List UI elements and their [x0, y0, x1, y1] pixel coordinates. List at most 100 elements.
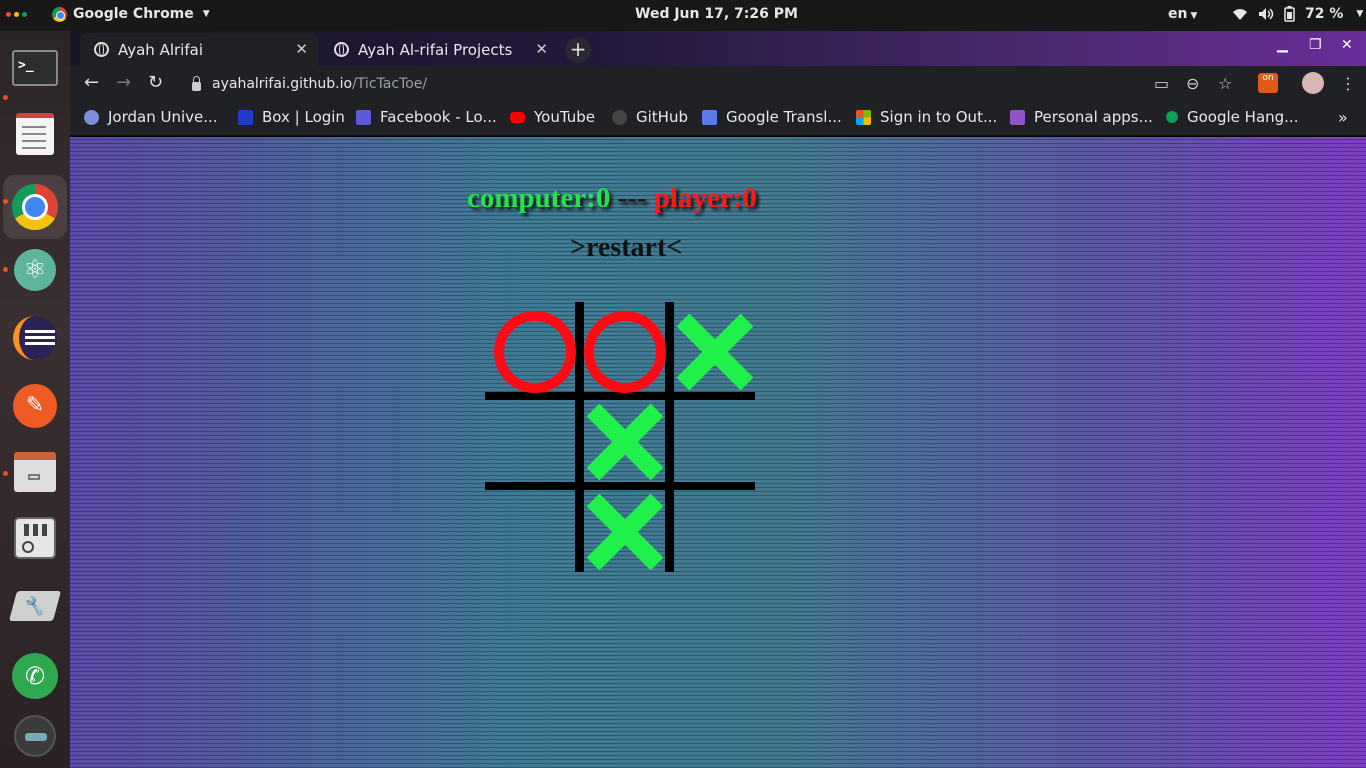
postman-icon[interactable]: ✎ — [10, 381, 60, 431]
bookmark-heroku[interactable]: Personal apps... — [1010, 108, 1153, 126]
profile-avatar-icon[interactable] — [1302, 72, 1324, 94]
activities-dots[interactable] — [6, 12, 27, 17]
minimize-icon[interactable]: ▁ — [1277, 37, 1288, 53]
language-indicator[interactable]: en ▼ — [1168, 6, 1197, 22]
board-cell-7[interactable] — [490, 487, 580, 577]
app-name-label: Google Chrome — [73, 6, 194, 22]
board-cell-3[interactable] — [670, 307, 760, 397]
menu-kebab-icon[interactable]: ⋮ — [1340, 74, 1356, 93]
avatar-icon[interactable] — [10, 711, 60, 761]
tic-tac-toe-board — [485, 302, 755, 572]
extension-icon[interactable]: on — [1258, 73, 1278, 93]
x-mark — [586, 493, 664, 571]
tab-title: Ayah Alrifai — [118, 40, 203, 59]
bookmark-github[interactable]: GitHub — [612, 108, 688, 126]
x-mark — [586, 403, 664, 481]
board-cell-9[interactable] — [670, 487, 760, 577]
chevron-down-icon: ▼ — [1190, 11, 1198, 21]
bookmark-label: Google Transl... — [726, 108, 842, 126]
chevron-down-icon: ▼ — [202, 9, 210, 19]
scoreboard: computer:0 --- player:0 — [467, 182, 757, 215]
launcher-dock: >_ ⚛ ✎ 🔧 ✆ — [0, 31, 70, 768]
github-icon — [612, 109, 627, 125]
x-mark — [676, 313, 754, 391]
board-cell-2[interactable] — [580, 307, 670, 397]
url-path: /TicTacToe/ — [352, 76, 428, 92]
more-bookmarks-icon[interactable]: » — [1338, 108, 1348, 127]
board-cell-5[interactable] — [580, 397, 670, 487]
translate-icon — [702, 109, 717, 125]
bookmark-label: Facebook - Lo... — [380, 108, 497, 126]
atom-icon[interactable]: ⚛ — [10, 245, 60, 295]
language-label: en — [1168, 6, 1188, 22]
board-cell-1[interactable] — [490, 307, 580, 397]
file-cabinet-icon[interactable] — [10, 447, 60, 497]
globe-icon — [334, 42, 349, 57]
eclipse-icon[interactable] — [10, 313, 60, 363]
board-cell-4[interactable] — [490, 397, 580, 487]
globe-icon — [94, 42, 109, 57]
bookmark-outlook[interactable]: Sign in to Out... — [856, 108, 997, 126]
back-icon[interactable]: ← — [84, 72, 99, 93]
lock-icon[interactable] — [192, 75, 201, 91]
bookmark-label: Sign in to Out... — [880, 108, 998, 126]
tab-ayah-alrifai[interactable]: Ayah Alrifai ✕ — [80, 33, 318, 66]
address-bar[interactable]: ayahalrifai.github.io /TicTacToe/ — [178, 70, 1178, 98]
battery-icon — [1284, 6, 1295, 22]
board-cell-8[interactable] — [580, 487, 670, 577]
bookmark-label: YouTube — [534, 108, 595, 126]
url-host: ayahalrifai.github.io — [212, 76, 353, 92]
o-mark — [584, 311, 666, 393]
forward-icon[interactable]: → — [116, 72, 131, 93]
browser-toolbar: ← → ↻ ayahalrifai.github.io /TicTacToe/ … — [70, 66, 1366, 102]
app-menu[interactable]: Google Chrome ▼ — [52, 6, 210, 22]
bookmark-label: GitHub — [636, 108, 688, 126]
bookmark-label: Box | Login — [262, 108, 345, 126]
chevron-down-icon: ▼ — [1356, 9, 1364, 19]
battery-percent: 72 % — [1305, 6, 1344, 22]
close-icon[interactable]: ✕ — [535, 40, 548, 58]
phone-icon[interactable]: ✆ — [10, 651, 60, 701]
terminal-icon[interactable]: >_ — [10, 43, 60, 93]
facebook-icon — [356, 109, 371, 125]
bookmark-google-translate[interactable]: Google Transl... — [702, 108, 842, 126]
clock[interactable]: Wed Jun 17, 7:26 PM — [635, 6, 798, 22]
player-score: player:0 — [653, 182, 757, 214]
text-editor-icon[interactable] — [10, 109, 60, 159]
chrome-icon — [52, 6, 67, 22]
settings-tools-icon[interactable]: 🔧 — [8, 581, 62, 631]
mixer-icon[interactable] — [10, 513, 60, 563]
bookmarks-bar: Jordan Unive... Box | Login Facebook - L… — [70, 102, 1366, 136]
o-mark — [494, 311, 576, 393]
close-icon[interactable]: ✕ — [295, 40, 308, 58]
new-tab-button[interactable]: + — [565, 37, 591, 63]
bookmark-star-icon[interactable]: ☆ — [1218, 74, 1232, 93]
zoom-icon[interactable]: ⊖ — [1186, 74, 1199, 93]
wifi-icon — [1233, 9, 1247, 20]
bookmark-jordan-university[interactable]: Jordan Unive... — [84, 108, 218, 126]
tab-ayah-al-rifai-projects[interactable]: Ayah Al-rifai Projects ✕ — [320, 33, 558, 66]
tab-title: Ayah Al-rifai Projects — [358, 40, 513, 59]
bookmark-box-login[interactable]: Box | Login — [238, 108, 345, 126]
bookmark-facebook[interactable]: Facebook - Lo... — [356, 108, 497, 126]
volume-icon — [1259, 8, 1274, 20]
box-icon — [238, 109, 253, 125]
microsoft-icon — [856, 109, 871, 125]
computer-score: computer:0 — [467, 182, 611, 214]
bookmark-label: Jordan Unive... — [108, 108, 218, 126]
bookmark-hangouts[interactable]: Google Hang... — [1166, 108, 1298, 126]
tab-strip: Ayah Alrifai ✕ Ayah Al-rifai Projects ✕ … — [70, 31, 1366, 66]
system-tray[interactable]: 72 % ▼ — [1232, 6, 1363, 22]
close-window-icon[interactable]: ✕ — [1341, 37, 1353, 53]
youtube-icon — [510, 111, 525, 123]
board-cell-6[interactable] — [670, 397, 760, 487]
chrome-icon[interactable] — [3, 175, 67, 239]
page-viewport: computer:0 --- player:0 >restart< — [70, 137, 1366, 768]
jordan-uni-icon — [84, 109, 99, 125]
maximize-icon[interactable]: ❐ — [1309, 37, 1322, 53]
bookmark-youtube[interactable]: YouTube — [510, 108, 595, 126]
cast-icon[interactable]: ▭ — [1154, 74, 1169, 93]
score-separator: --- — [617, 182, 647, 214]
restart-button[interactable]: >restart< — [570, 232, 682, 264]
reload-icon[interactable]: ↻ — [148, 72, 163, 93]
